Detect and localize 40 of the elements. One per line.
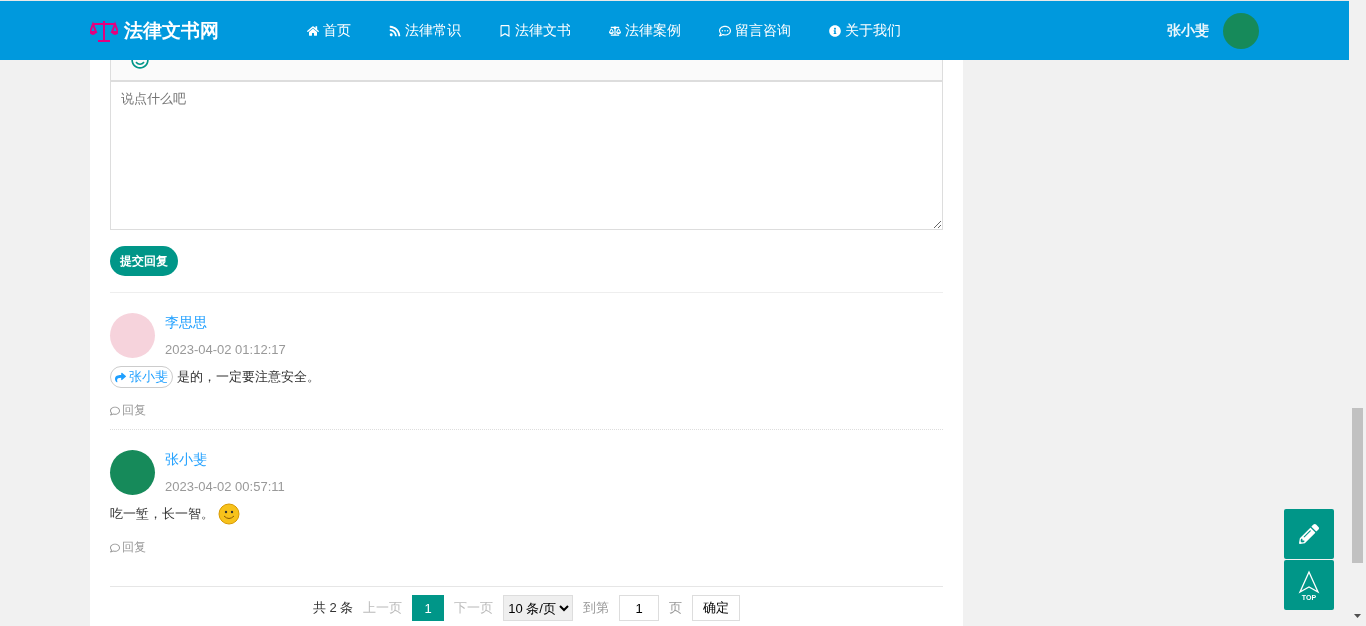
- speech-bubble-icon: [719, 24, 731, 37]
- scale-icon: [609, 24, 621, 37]
- info-icon: [829, 24, 841, 37]
- nav-link[interactable]: 法律常识: [389, 21, 461, 40]
- scale-logo-icon: [90, 18, 118, 43]
- page-input[interactable]: 1: [619, 595, 660, 621]
- goto-label: 到第: [583, 599, 610, 617]
- comment-time: 2023-04-02 00:57:11: [165, 479, 285, 494]
- home-icon: [307, 24, 319, 37]
- share-arrow-icon: [115, 371, 126, 383]
- author-name[interactable]: 李思思: [165, 314, 286, 332]
- page-size-select[interactable]: 10 条/页: [503, 595, 574, 621]
- comment-text: 吃一堑，长一智。: [110, 505, 214, 523]
- nav-link[interactable]: 关于我们: [829, 21, 901, 40]
- speech-bubble-icon: [110, 405, 120, 416]
- arrow-up-icon: [1297, 569, 1321, 594]
- pencil-icon: [1299, 524, 1319, 544]
- author-name[interactable]: 张小斐: [165, 451, 285, 469]
- submit-reply-button[interactable]: 提交回复: [110, 246, 178, 276]
- site-logo: 法律文书网: [124, 18, 219, 43]
- page-number[interactable]: 1: [412, 595, 445, 621]
- reply-link[interactable]: 回复: [110, 402, 943, 419]
- user-name[interactable]: 张小斐: [1167, 21, 1209, 40]
- speech-bubble-icon: [110, 542, 120, 553]
- bookmark-icon: [499, 24, 511, 37]
- confirm-button[interactable]: 确定: [692, 595, 741, 621]
- comment-field[interactable]: 说点什么吧: [110, 81, 943, 230]
- comment-text: 是的，一定要注意安全。: [177, 368, 320, 386]
- nav-link[interactable]: 留言咨询: [719, 21, 791, 40]
- smiley-emoji-icon: [218, 503, 240, 525]
- nav-link[interactable]: 首页: [307, 21, 351, 40]
- total-count: 共 2 条: [312, 599, 354, 617]
- nav-link[interactable]: 法律案例: [609, 21, 681, 40]
- nav-link[interactable]: 法律文书: [499, 21, 571, 40]
- rss-icon: [389, 24, 401, 37]
- reply-link[interactable]: 回复: [110, 539, 943, 556]
- edit-button[interactable]: [1284, 509, 1334, 559]
- page-unit: 页: [669, 599, 683, 617]
- avatar[interactable]: [110, 450, 155, 495]
- comment-time: 2023-04-02 01:12:17: [165, 342, 286, 357]
